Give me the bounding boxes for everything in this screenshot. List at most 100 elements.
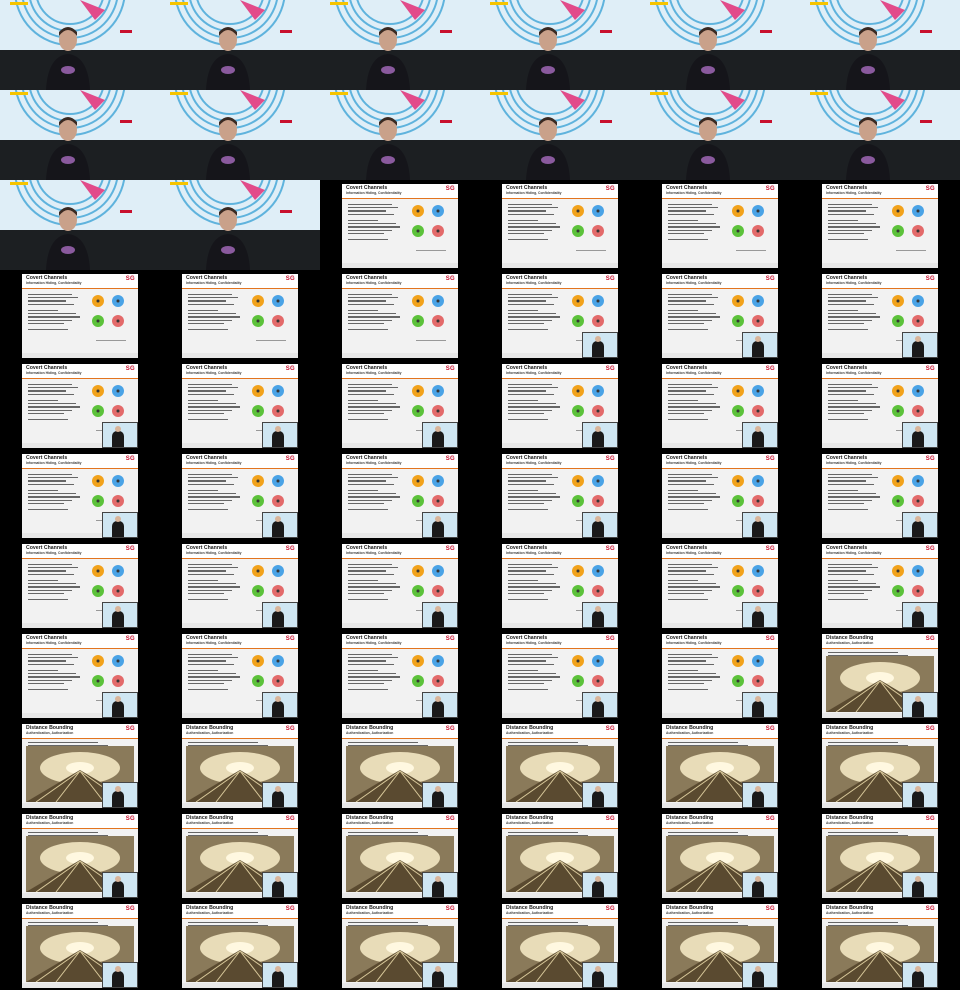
video-thumbnail[interactable]: Covert Channels Information Hiding, Confi… — [480, 630, 640, 720]
slide-header: Covert Channels Information Hiding, Confi… — [502, 274, 618, 289]
video-thumbnail[interactable]: Covert Channels Information Hiding, Confi… — [0, 360, 160, 450]
slide-subtitle: Information Hiding, Confidentiality — [186, 551, 242, 555]
video-thumbnail[interactable]: Covert Channels Information Hiding, Confi… — [320, 180, 480, 270]
constellation-dot — [892, 315, 904, 327]
video-thumbnail[interactable]: Distance Bounding Authentication, Authori… — [800, 720, 960, 810]
video-thumbnail[interactable]: Covert Channels Information Hiding, Confi… — [0, 450, 160, 540]
constellation-dot — [592, 225, 604, 237]
slide-covert-channels: Covert Channels Information Hiding, Confi… — [822, 184, 938, 268]
video-thumbnail[interactable] — [160, 180, 320, 270]
speaker-inset — [582, 332, 618, 358]
video-thumbnail[interactable]: Distance Bounding Authentication, Authori… — [800, 810, 960, 900]
video-thumbnail[interactable]: Distance Bounding Authentication, Authori… — [800, 630, 960, 720]
sg-logo: SG — [605, 636, 615, 642]
constellation-dot — [912, 315, 924, 327]
constellation-dot — [752, 475, 764, 487]
video-thumbnail[interactable]: Distance Bounding Authentication, Authori… — [640, 900, 800, 990]
video-thumbnail[interactable] — [0, 0, 160, 90]
video-thumbnail[interactable]: Distance Bounding Authentication, Authori… — [160, 810, 320, 900]
video-thumbnail[interactable] — [800, 0, 960, 90]
video-thumbnail[interactable]: Covert Channels Information Hiding, Confi… — [160, 270, 320, 360]
video-thumbnail[interactable] — [0, 90, 160, 180]
video-thumbnail[interactable]: Covert Channels Information Hiding, Confi… — [480, 360, 640, 450]
video-thumbnail[interactable]: Distance Bounding Authentication, Authori… — [480, 720, 640, 810]
video-thumbnail[interactable] — [640, 0, 800, 90]
video-thumbnail[interactable]: Covert Channels Information Hiding, Confi… — [640, 180, 800, 270]
video-thumbnail[interactable]: Distance Bounding Authentication, Authori… — [0, 900, 160, 990]
video-thumbnail[interactable]: Distance Bounding Authentication, Authori… — [320, 720, 480, 810]
video-thumbnail[interactable] — [480, 0, 640, 90]
video-thumbnail[interactable]: Covert Channels Information Hiding, Confi… — [0, 540, 160, 630]
video-thumbnail[interactable]: Distance Bounding Authentication, Authori… — [0, 810, 160, 900]
video-thumbnail[interactable] — [160, 0, 320, 90]
presenter-silhouette — [592, 516, 604, 537]
video-thumbnail[interactable]: Distance Bounding Authentication, Authori… — [0, 720, 160, 810]
slide-bullet-text — [508, 652, 566, 692]
video-thumbnail[interactable]: Covert Channels Information Hiding, Confi… — [800, 270, 960, 360]
video-thumbnail[interactable]: Covert Channels Information Hiding, Confi… — [480, 180, 640, 270]
video-thumbnail[interactable]: Covert Channels Information Hiding, Confi… — [480, 270, 640, 360]
video-thumbnail[interactable]: Covert Channels Information Hiding, Confi… — [160, 450, 320, 540]
video-thumbnail[interactable]: Distance Bounding Authentication, Authori… — [160, 720, 320, 810]
video-thumbnail[interactable]: Covert Channels Information Hiding, Confi… — [0, 630, 160, 720]
slide-subtitle: Authentication, Authorization — [826, 641, 874, 645]
presenter-silhouette — [912, 696, 924, 717]
video-thumbnail[interactable] — [800, 90, 960, 180]
presenter-silhouette — [752, 606, 764, 627]
video-thumbnail[interactable] — [0, 180, 160, 270]
slide-header: Covert Channels Information Hiding, Confi… — [182, 634, 298, 649]
video-thumbnail[interactable]: Covert Channels Information Hiding, Confi… — [640, 450, 800, 540]
slide-footer — [182, 353, 298, 358]
constellation-dot — [432, 475, 444, 487]
slide-covert-channels: Covert Channels Information Hiding, Confi… — [22, 274, 138, 358]
video-thumbnail[interactable]: Covert Channels Information Hiding, Confi… — [320, 630, 480, 720]
slide-header: Distance Bounding Authentication, Authori… — [182, 724, 298, 739]
video-thumbnail[interactable] — [320, 0, 480, 90]
video-thumbnail[interactable]: Covert Channels Information Hiding, Confi… — [320, 540, 480, 630]
video-thumbnail[interactable]: Distance Bounding Authentication, Authori… — [160, 900, 320, 990]
video-thumbnail[interactable]: Covert Channels Information Hiding, Confi… — [640, 360, 800, 450]
slide-header: Covert Channels Information Hiding, Confi… — [662, 454, 778, 469]
constellation-dot — [732, 475, 744, 487]
slide-header: Covert Channels Information Hiding, Confi… — [502, 544, 618, 559]
slide-covert-channels: Covert Channels Information Hiding, Confi… — [662, 454, 778, 538]
slide-header: Covert Channels Information Hiding, Confi… — [22, 274, 138, 289]
video-thumbnail[interactable]: Distance Bounding Authentication, Authori… — [480, 810, 640, 900]
slide-covert-channels: Covert Channels Information Hiding, Confi… — [22, 454, 138, 538]
constellation-dot — [732, 385, 744, 397]
video-thumbnail[interactable]: Distance Bounding Authentication, Authori… — [640, 720, 800, 810]
constellation-dot — [272, 315, 284, 327]
video-thumbnail[interactable] — [480, 90, 640, 180]
video-thumbnail[interactable] — [320, 90, 480, 180]
video-thumbnail[interactable]: Covert Channels Information Hiding, Confi… — [320, 270, 480, 360]
constellation-dot — [272, 385, 284, 397]
video-thumbnail[interactable]: Covert Channels Information Hiding, Confi… — [480, 450, 640, 540]
video-thumbnail[interactable]: Distance Bounding Authentication, Authori… — [480, 900, 640, 990]
video-thumbnail[interactable]: Covert Channels Information Hiding, Confi… — [800, 450, 960, 540]
video-thumbnail[interactable]: Covert Channels Information Hiding, Confi… — [640, 630, 800, 720]
video-thumbnail[interactable]: Covert Channels Information Hiding, Confi… — [160, 630, 320, 720]
video-thumbnail[interactable]: Covert Channels Information Hiding, Confi… — [160, 540, 320, 630]
constellation-dot — [752, 495, 764, 507]
slide-header: Distance Bounding Authentication, Authori… — [502, 904, 618, 919]
video-thumbnail[interactable]: Distance Bounding Authentication, Authori… — [320, 900, 480, 990]
presenter-silhouette — [112, 696, 124, 717]
video-thumbnail[interactable]: Distance Bounding Authentication, Authori… — [800, 900, 960, 990]
video-thumbnail[interactable]: Covert Channels Information Hiding, Confi… — [160, 360, 320, 450]
video-thumbnail[interactable] — [160, 90, 320, 180]
video-thumbnail[interactable]: Covert Channels Information Hiding, Confi… — [800, 360, 960, 450]
video-thumbnail[interactable]: Covert Channels Information Hiding, Confi… — [640, 270, 800, 360]
video-thumbnail[interactable]: Covert Channels Information Hiding, Confi… — [320, 450, 480, 540]
video-thumbnail[interactable]: Covert Channels Information Hiding, Confi… — [800, 180, 960, 270]
video-thumbnail[interactable]: Covert Channels Information Hiding, Confi… — [320, 360, 480, 450]
sg-logo: SG — [285, 906, 295, 912]
video-thumbnail[interactable] — [640, 90, 800, 180]
video-thumbnail[interactable]: Covert Channels Information Hiding, Confi… — [480, 540, 640, 630]
video-thumbnail[interactable]: Covert Channels Information Hiding, Confi… — [640, 540, 800, 630]
video-thumbnail[interactable]: Distance Bounding Authentication, Authori… — [640, 810, 800, 900]
video-thumbnail[interactable]: Covert Channels Information Hiding, Confi… — [800, 540, 960, 630]
video-thumbnail[interactable]: Distance Bounding Authentication, Authori… — [320, 810, 480, 900]
video-thumbnail[interactable]: Covert Channels Information Hiding, Confi… — [0, 270, 160, 360]
slide-distance-bounding: Distance Bounding Authentication, Authori… — [342, 904, 458, 988]
presenter — [846, 117, 890, 180]
